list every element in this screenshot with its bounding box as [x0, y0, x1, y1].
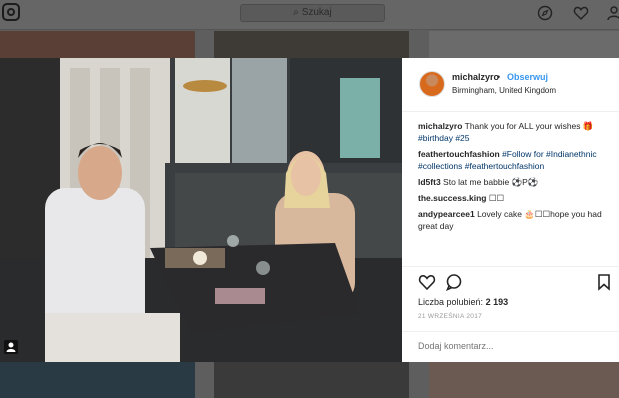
- separator-dot: •: [497, 72, 501, 82]
- list-item: ld5ft3 Sto lat me babbie ⚽P⚽: [418, 176, 613, 188]
- comment-text: Sto lat me babbie ⚽P⚽: [443, 177, 539, 187]
- search-placeholder: Szukaj: [301, 7, 332, 18]
- feed-thumbnail[interactable]: [0, 31, 195, 58]
- search-icon: ⌕: [293, 7, 302, 18]
- caption-username[interactable]: michalzyro: [418, 121, 462, 131]
- heart-icon[interactable]: [573, 5, 589, 21]
- feed-thumbnail[interactable]: [0, 362, 195, 398]
- search-input[interactable]: ⌕ Szukaj: [240, 4, 385, 22]
- comment-bubble-icon[interactable]: [445, 273, 463, 292]
- caption-text: Thank you for ALL your wishes: [464, 121, 581, 131]
- feed-thumbnail[interactable]: [429, 31, 619, 58]
- likes-count[interactable]: Liczba polubień: 2 193: [418, 297, 508, 307]
- compass-icon[interactable]: [537, 5, 553, 21]
- caption: michalzyro Thank you for ALL your wishes…: [418, 120, 613, 144]
- feed-thumbnail[interactable]: [214, 362, 409, 398]
- caption-hashtags[interactable]: #birthday #25: [418, 133, 470, 143]
- comment-username[interactable]: the.success.king: [418, 193, 487, 203]
- comment-username[interactable]: andypearcee1: [418, 209, 475, 219]
- tagged-users-icon[interactable]: [4, 340, 18, 354]
- likes-label: Liczba polubień:: [418, 297, 484, 307]
- post-username[interactable]: michalzyro: [452, 72, 499, 82]
- comments-list[interactable]: michalzyro Thank you for ALL your wishes…: [418, 120, 613, 265]
- feed-thumbnail[interactable]: [214, 31, 409, 58]
- post-header: michalzyro • Obserwuj Birmingham, United…: [402, 58, 619, 112]
- comment-username[interactable]: feathertouchfashion: [418, 149, 500, 159]
- comment-text: ☐☐: [488, 193, 505, 203]
- add-comment-area: [402, 331, 619, 361]
- like-heart-icon[interactable]: [418, 273, 436, 291]
- gift-emoji-icon: 🎁: [582, 121, 594, 131]
- list-item: the.success.king ☐☐: [418, 192, 613, 204]
- profile-icon[interactable]: [606, 5, 619, 21]
- post-actions: Liczba polubień: 2 193 21 WRZEŚNIA 2017: [402, 266, 619, 360]
- post-date: 21 WRZEŚNIA 2017: [418, 313, 483, 320]
- post-details-panel: michalzyro • Obserwuj Birmingham, United…: [402, 58, 619, 362]
- feed-thumbnail[interactable]: [429, 362, 619, 398]
- list-item: feathertouchfashion #Follow for #Indiane…: [418, 148, 613, 172]
- bookmark-icon[interactable]: [595, 273, 613, 291]
- likes-number: 2 193: [485, 297, 509, 307]
- post-location[interactable]: Birmingham, United Kingdom: [452, 86, 556, 95]
- post-image: [0, 58, 402, 362]
- comment-input[interactable]: [418, 341, 598, 351]
- instagram-logo-icon[interactable]: [2, 3, 20, 21]
- avatar[interactable]: [419, 71, 445, 97]
- post-photo[interactable]: [0, 58, 402, 362]
- follow-button[interactable]: Obserwuj: [507, 72, 548, 82]
- comment-username[interactable]: ld5ft3: [418, 177, 441, 187]
- top-navigation-bar: ⌕ Szukaj: [0, 0, 619, 30]
- list-item: andypearcee1 Lovely cake 🎂☐☐hope you had…: [418, 208, 613, 232]
